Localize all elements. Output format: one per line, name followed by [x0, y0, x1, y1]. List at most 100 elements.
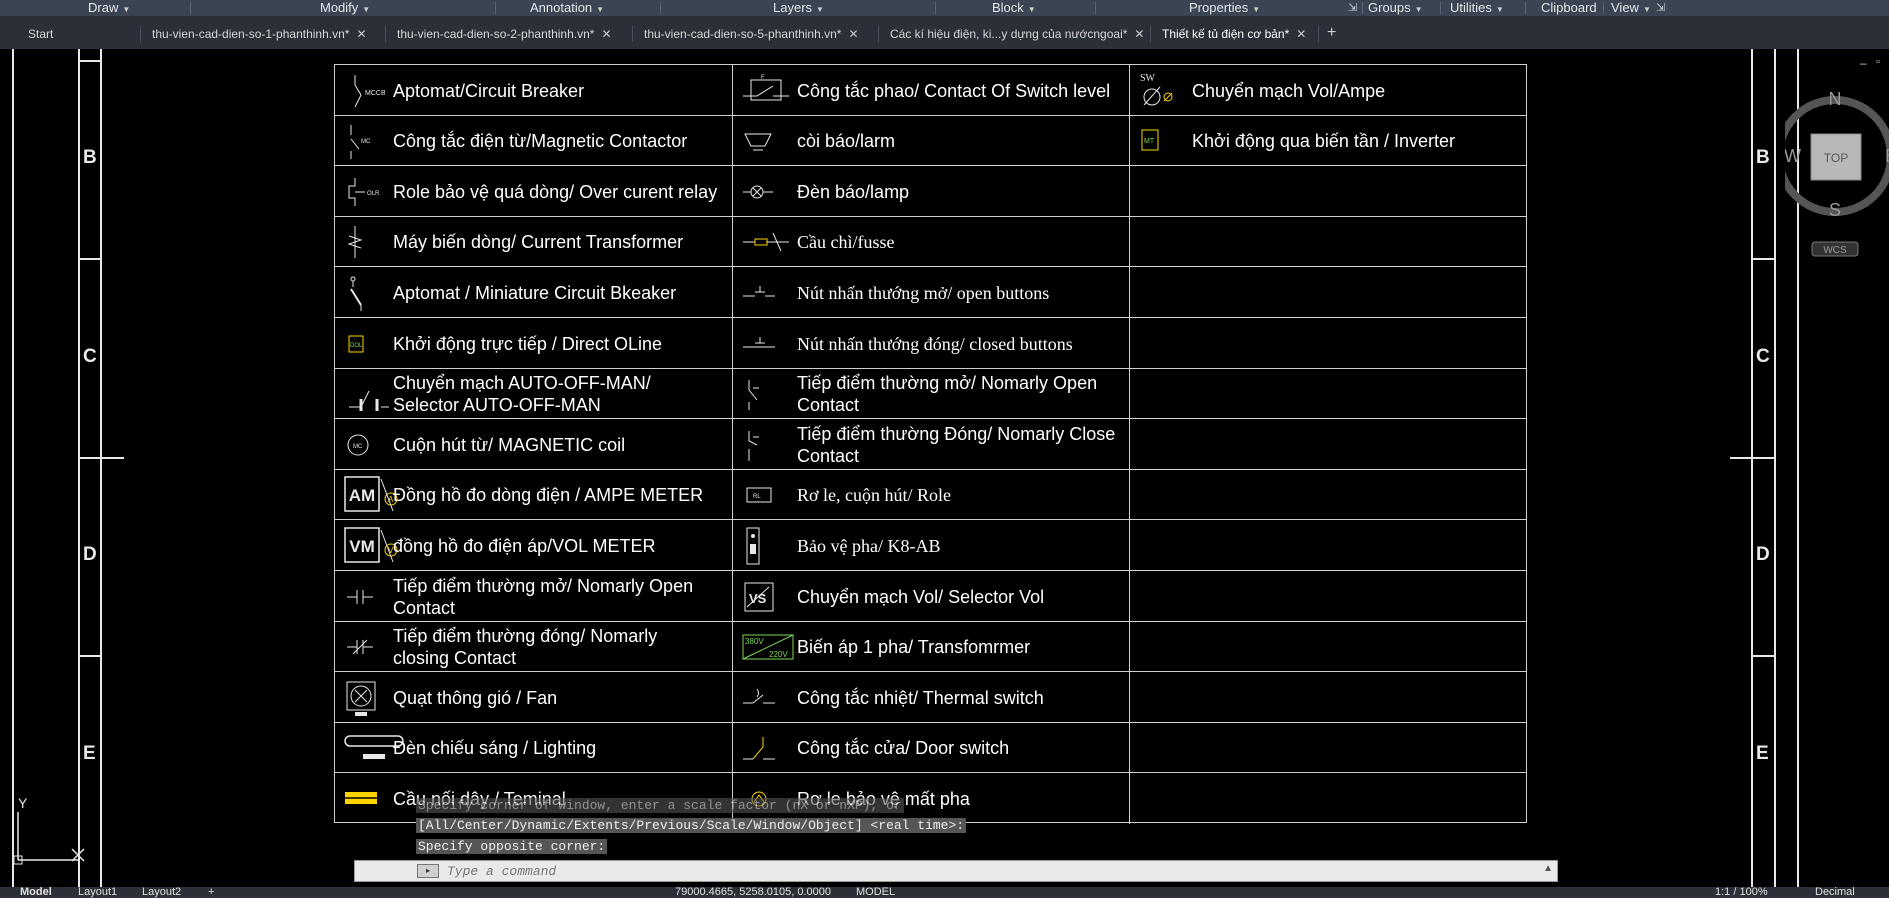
ribbon-panel-groups[interactable]: Groups ▼	[1368, 0, 1423, 16]
svg-text:VS: VS	[749, 591, 767, 606]
svg-text:DOL: DOL	[350, 343, 363, 349]
tab-file-active[interactable]: Thiết kế tủ điện cơ bản* ✕	[1162, 24, 1306, 44]
new-tab-icon[interactable]: +	[1327, 24, 1336, 42]
ribbon-panel-bar: Draw ▼ Modify ▼ Annotation ▼ Layers ▼ Block ▼…	[0, 0, 1889, 16]
legend-cell	[1130, 622, 1526, 672]
zone-letter: E	[83, 743, 96, 764]
legend-cell: DOL Khởi động trực tiếp / Direct OLine	[335, 318, 733, 369]
legend-cell: Nút nhấn thướng mở/ open buttons	[733, 267, 1130, 318]
close-icon[interactable]: ✕	[848, 27, 858, 41]
svg-text:MC: MC	[361, 139, 371, 145]
zone-letter: E	[1756, 743, 1769, 764]
mcb-icon	[341, 273, 371, 318]
status-bar: Model Layout1 Layout2 + 79000.4665, 5258…	[0, 887, 1889, 898]
panel-expand-icon[interactable]: ⇲	[1656, 1, 1665, 14]
legend-cell: Máy biến dòng/ Current Transformer	[335, 217, 733, 267]
zone-letter: C	[83, 346, 97, 367]
tab-file-3[interactable]: thu-vien-cad-dien-so-5-phanthinh.vn* ✕	[644, 24, 859, 44]
svg-text:WCS: WCS	[1823, 245, 1847, 256]
svg-text:E: E	[1885, 146, 1889, 166]
legend-label: Đồng hồ đo dòng điện / AMPE METER	[393, 485, 704, 505]
legend-label: còi báo/larm	[797, 131, 896, 151]
viewcube-icon[interactable]: TOP N S W E WCS	[1785, 92, 1889, 272]
ribbon-panel-modify[interactable]: Modify ▼	[320, 0, 370, 16]
thermal-switch-icon	[739, 683, 779, 718]
legend-label: Chuyển mạch Vol/Ampe	[1192, 81, 1386, 101]
current-transformer-icon	[341, 222, 371, 267]
svg-text:Y: Y	[18, 795, 28, 811]
svg-text:W: W	[1785, 146, 1801, 166]
legend-cell: Aptomat / Miniature Circuit Bkeaker	[335, 267, 733, 318]
zone-letter: C	[1756, 346, 1770, 367]
tab-layout1[interactable]: Layout1	[78, 887, 117, 898]
command-input[interactable]	[447, 861, 1547, 881]
viewport-restore-icon[interactable]: ▫	[1876, 56, 1880, 68]
legend-label: Đèn chiếu sáng / Lighting	[393, 738, 597, 758]
ribbon-panel-draw[interactable]: Draw ▼	[88, 0, 130, 16]
ucs-icon: Y	[13, 795, 85, 865]
legend-cell: Chuyển mạch AUTO-OFF-MAN/Selector AUTO-O…	[335, 369, 733, 419]
svg-text:220V: 220V	[769, 650, 788, 659]
ribbon-panel-block[interactable]: Block ▼	[992, 0, 1036, 16]
frame-line	[78, 60, 102, 62]
legend-cell: Tiếp điểm thường mở/ Nomarly Open Contact	[335, 571, 733, 622]
fuse-icon	[739, 227, 793, 262]
door-switch-icon	[739, 731, 779, 770]
magnetic-coil-icon: MC	[341, 425, 375, 470]
legend-cell: còi báo/larm	[733, 116, 1130, 166]
legend-cell: Tiếp điểm thường đóng/ Nomarly closing Co…	[335, 622, 733, 672]
svg-text:MCCB: MCCB	[365, 90, 385, 97]
volt-selector-icon: VS	[739, 577, 779, 622]
tab-model[interactable]: Model	[20, 887, 52, 898]
ribbon-panel-layers[interactable]: Layers ▼	[773, 0, 824, 16]
frame-line	[78, 49, 80, 888]
ribbon-panel-clipboard[interactable]: Clipboard	[1541, 0, 1597, 16]
legend-label: Công tắc cửa/ Door switch	[797, 738, 1010, 758]
annotation-scale[interactable]: 1:1 / 100%	[1715, 887, 1768, 898]
tab-file-4[interactable]: Các kí hiệu điện, ki...y dựng của nướcng…	[890, 24, 1144, 44]
viewport-minimize-icon[interactable]: –	[1860, 56, 1867, 70]
vol-amp-switch-icon: SW	[1136, 69, 1186, 118]
tab-start[interactable]: Start	[28, 24, 53, 44]
tab-file-2[interactable]: thu-vien-cad-dien-so-2-phanthinh.vn* ✕	[397, 24, 612, 44]
ampere-meter-icon: AM A	[341, 473, 401, 522]
legend-label: Biến áp 1 pha/ Transfomrmer	[797, 637, 1031, 657]
legend-label: Rơ le, cuộn hút/ Role	[797, 485, 952, 505]
legend-label: Bảo vệ pha/ K8-AB	[797, 536, 941, 556]
legend-label: Nút nhấn thướng đóng/ closed buttons	[797, 334, 1073, 354]
ribbon-panel-annotation[interactable]: Annotation ▼	[530, 0, 604, 16]
legend-cell	[1130, 723, 1526, 773]
frame-line	[1751, 655, 1775, 657]
legend-label: Chuyển mạch AUTO-OFF-MAN/Selector AUTO-O…	[393, 373, 651, 415]
close-icon[interactable]: ✕	[1296, 27, 1306, 41]
legend-cell: AM A Đồng hồ đo dòng điện / AMPE METER	[335, 470, 733, 520]
tab-layout2[interactable]: Layout2	[142, 887, 181, 898]
command-history-line: [All/Center/Dynamic/Extents/Previous/Sca…	[416, 818, 967, 833]
command-prompt-icon[interactable]: ▸	[417, 864, 439, 878]
model-space-toggle[interactable]: MODEL	[856, 887, 895, 898]
command-history-toggle-icon[interactable]: ▲	[1543, 863, 1553, 874]
zone-letter: D	[83, 544, 97, 565]
legend-label: Khởi động trực tiếp / Direct OLine	[393, 334, 662, 354]
close-icon[interactable]: ✕	[356, 27, 366, 41]
tab-file-1[interactable]: thu-vien-cad-dien-so-1-phanthinh.vn* ✕	[152, 24, 367, 44]
legend-label: Công tắc phao/ Contact Of Switch level	[797, 81, 1111, 101]
legend-cell: VM Vđồng hồ đo điện áp/VOL METER	[335, 520, 733, 571]
panel-expand-icon[interactable]: ⇲	[1348, 1, 1357, 14]
legend-label: Đèn báo/lamp	[797, 182, 910, 202]
ribbon-panel-view[interactable]: View ▼	[1611, 0, 1651, 16]
close-icon[interactable]: ✕	[1134, 27, 1144, 41]
relay-icon: RL	[739, 480, 779, 515]
add-layout-icon[interactable]: +	[208, 887, 214, 898]
legend-label: Quạt thông gió / Fan	[393, 688, 558, 708]
zone-letter: B	[83, 147, 97, 168]
ribbon-panel-utilities[interactable]: Utilities ▼	[1450, 0, 1504, 16]
legend-cell	[1130, 419, 1526, 470]
dol-starter-icon: DOL	[341, 324, 371, 369]
legend-cell	[1130, 520, 1526, 571]
legend-cell: Quạt thông gió / Fan	[335, 672, 733, 723]
close-icon[interactable]: ✕	[601, 27, 611, 41]
units-display[interactable]: Decimal	[1815, 887, 1855, 898]
ribbon-panel-properties[interactable]: Properties ▼	[1189, 0, 1260, 16]
legend-cell: Công tắc cửa/ Door switch	[733, 723, 1130, 773]
